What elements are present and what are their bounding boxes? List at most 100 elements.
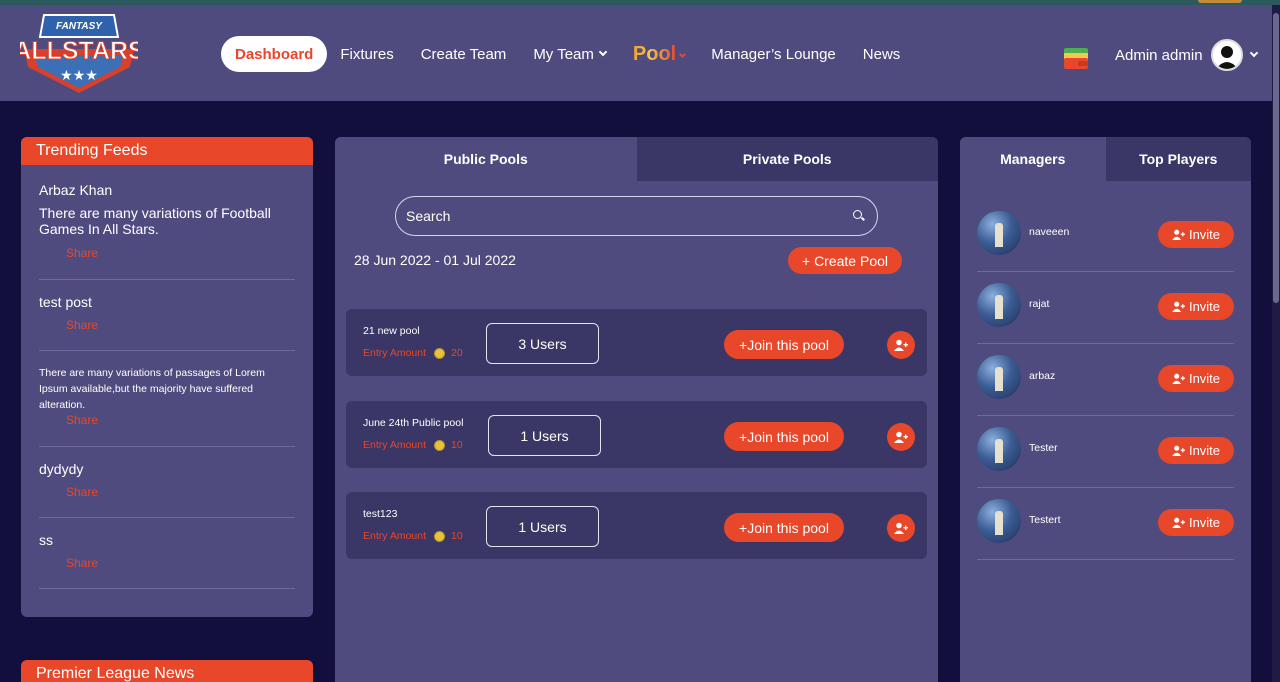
coin-icon [434, 439, 446, 451]
entry-label: Entry Amount [363, 347, 427, 359]
invite-button[interactable]: Invite [1158, 365, 1234, 392]
manager-name: Testert [1029, 514, 1061, 526]
wallet-icon[interactable] [1063, 46, 1089, 70]
tab-managers[interactable]: Managers [960, 137, 1106, 181]
create-pool-button[interactable]: + Create Pool [788, 247, 902, 274]
share-link[interactable]: Share [66, 246, 295, 260]
invite-button[interactable]: Invite [1158, 293, 1234, 320]
tab-top-players[interactable]: Top Players [1105, 137, 1251, 181]
manager-name: Tester [1029, 442, 1058, 454]
tab-public-pools[interactable]: Public Pools [335, 137, 637, 181]
users-count[interactable]: 3 Users [486, 323, 599, 364]
pool-name: 21 new pool [363, 325, 420, 337]
entry-amount: Entry Amount 10 [363, 530, 463, 542]
join-pool-button[interactable]: +Join this pool [724, 422, 844, 451]
feed-text: There are many variations of passages of… [39, 367, 265, 411]
nav-dashboard-label: Dashboard [235, 45, 314, 63]
invite-button[interactable]: Invite [1158, 221, 1234, 248]
entry-label: Entry Amount [363, 530, 427, 542]
chevron-down-icon [598, 47, 608, 57]
share-link[interactable]: Share [66, 485, 295, 499]
add-user-icon [894, 431, 908, 443]
entry-value: 10 [451, 530, 463, 542]
feed-item: test post Share [39, 294, 295, 351]
manager-name: naveeen [1029, 226, 1070, 238]
user-name: Admin admin [1115, 46, 1203, 64]
svg-text:★★★: ★★★ [60, 68, 98, 84]
feed-text: There are many variations of Football Ga… [39, 205, 271, 237]
coin-icon [434, 530, 446, 542]
add-user-icon [1172, 373, 1185, 384]
nav-news[interactable]: News [863, 46, 901, 63]
manager-name: arbaz [1029, 370, 1056, 382]
managers-panel: Managers Top Players naveeen Invite raja… [960, 137, 1251, 682]
manager-avatar [977, 427, 1021, 471]
feed-item: Arbaz Khan There are many variations of … [39, 182, 295, 280]
share-link[interactable]: Share [66, 318, 295, 332]
add-user-icon [894, 522, 908, 534]
user-avatar [1210, 39, 1243, 71]
entry-amount: Entry Amount 10 [363, 439, 463, 451]
header: FANTASY ALLSTARS ★★★ Dashboard Fixtures … [0, 5, 1280, 101]
scrollbar-thumb[interactable] [1273, 13, 1279, 303]
feed-item: dydydy Share [39, 461, 295, 518]
allstars-logo[interactable]: FANTASY ALLSTARS ★★★ [20, 9, 138, 95]
invite-button[interactable]: Invite [1158, 509, 1234, 536]
manager-row: naveeen Invite [977, 200, 1234, 272]
svg-text:FANTASY: FANTASY [56, 21, 103, 32]
nav-dashboard[interactable]: Dashboard [221, 36, 328, 72]
search-input[interactable] [406, 208, 853, 224]
coin-icon [434, 347, 446, 359]
nav-my-team[interactable]: My Team [533, 45, 608, 63]
manager-row: rajat Invite [977, 272, 1234, 344]
search-icon[interactable] [853, 210, 865, 222]
feed-item: ss Share [39, 532, 295, 589]
pool-card: June 24th Public pool Entry Amount 10 1 U… [346, 401, 927, 468]
pools-tabs: Public Pools Private Pools [335, 137, 938, 181]
add-user-button[interactable] [887, 423, 915, 451]
users-count[interactable]: 1 Users [486, 506, 599, 547]
entry-value: 20 [451, 347, 463, 359]
feed-author: test post [39, 294, 92, 310]
join-pool-button[interactable]: +Join this pool [724, 513, 844, 542]
invite-button[interactable]: Invite [1158, 437, 1234, 464]
feed-author: Arbaz Khan [39, 182, 113, 198]
nav-my-team-label: My Team [533, 45, 594, 63]
add-user-icon [1172, 229, 1185, 240]
page-scrollbar[interactable] [1272, 5, 1280, 682]
user-silhouette-icon [1215, 46, 1238, 69]
users-count[interactable]: 1 Users [488, 415, 601, 456]
invite-label: Invite [1188, 515, 1221, 530]
nav-managers-lounge[interactable]: Manager’s Lounge [711, 46, 836, 63]
pool-name: June 24th Public pool [363, 417, 464, 429]
invite-label: Invite [1188, 371, 1221, 386]
entry-value: 10 [451, 439, 463, 451]
pool-card: test123 Entry Amount 10 1 Users +Join thi… [346, 492, 927, 559]
nav-fixtures[interactable]: Fixtures [340, 46, 393, 63]
share-link[interactable]: Share [66, 556, 295, 570]
add-user-button[interactable] [887, 331, 915, 359]
premier-league-news-header: Premier League News [21, 660, 313, 682]
user-menu[interactable]: Admin admin [1115, 38, 1258, 72]
browser-tab-marker [1198, 0, 1242, 3]
feed-author: ss [39, 532, 53, 548]
nav-create-team-label: Create Team [420, 45, 507, 63]
nav-fixtures-label: Fixtures [340, 45, 394, 63]
chevron-down-icon [679, 50, 687, 58]
nav-create-team[interactable]: Create Team [421, 46, 507, 63]
svg-text:ALLSTARS: ALLSTARS [20, 37, 138, 65]
nav-pool-label: Pool [632, 42, 677, 65]
share-link[interactable]: Share [66, 413, 295, 427]
trending-feeds-title: Trending Feeds [21, 137, 313, 165]
manager-row: arbaz Invite [977, 344, 1234, 416]
managers-tabs: Managers Top Players [960, 137, 1251, 181]
tab-private-pools[interactable]: Private Pools [636, 137, 938, 181]
feed-author: dydydy [39, 461, 84, 477]
add-user-button[interactable] [887, 514, 915, 542]
pool-card: 21 new pool Entry Amount 20 3 Users +Join… [346, 309, 927, 376]
entry-label: Entry Amount [363, 439, 427, 451]
manager-row: Testert Invite [977, 488, 1234, 560]
nav-pool[interactable]: Pool [632, 42, 687, 66]
join-pool-button[interactable]: +Join this pool [724, 330, 844, 359]
nav-news-label: News [862, 45, 901, 63]
